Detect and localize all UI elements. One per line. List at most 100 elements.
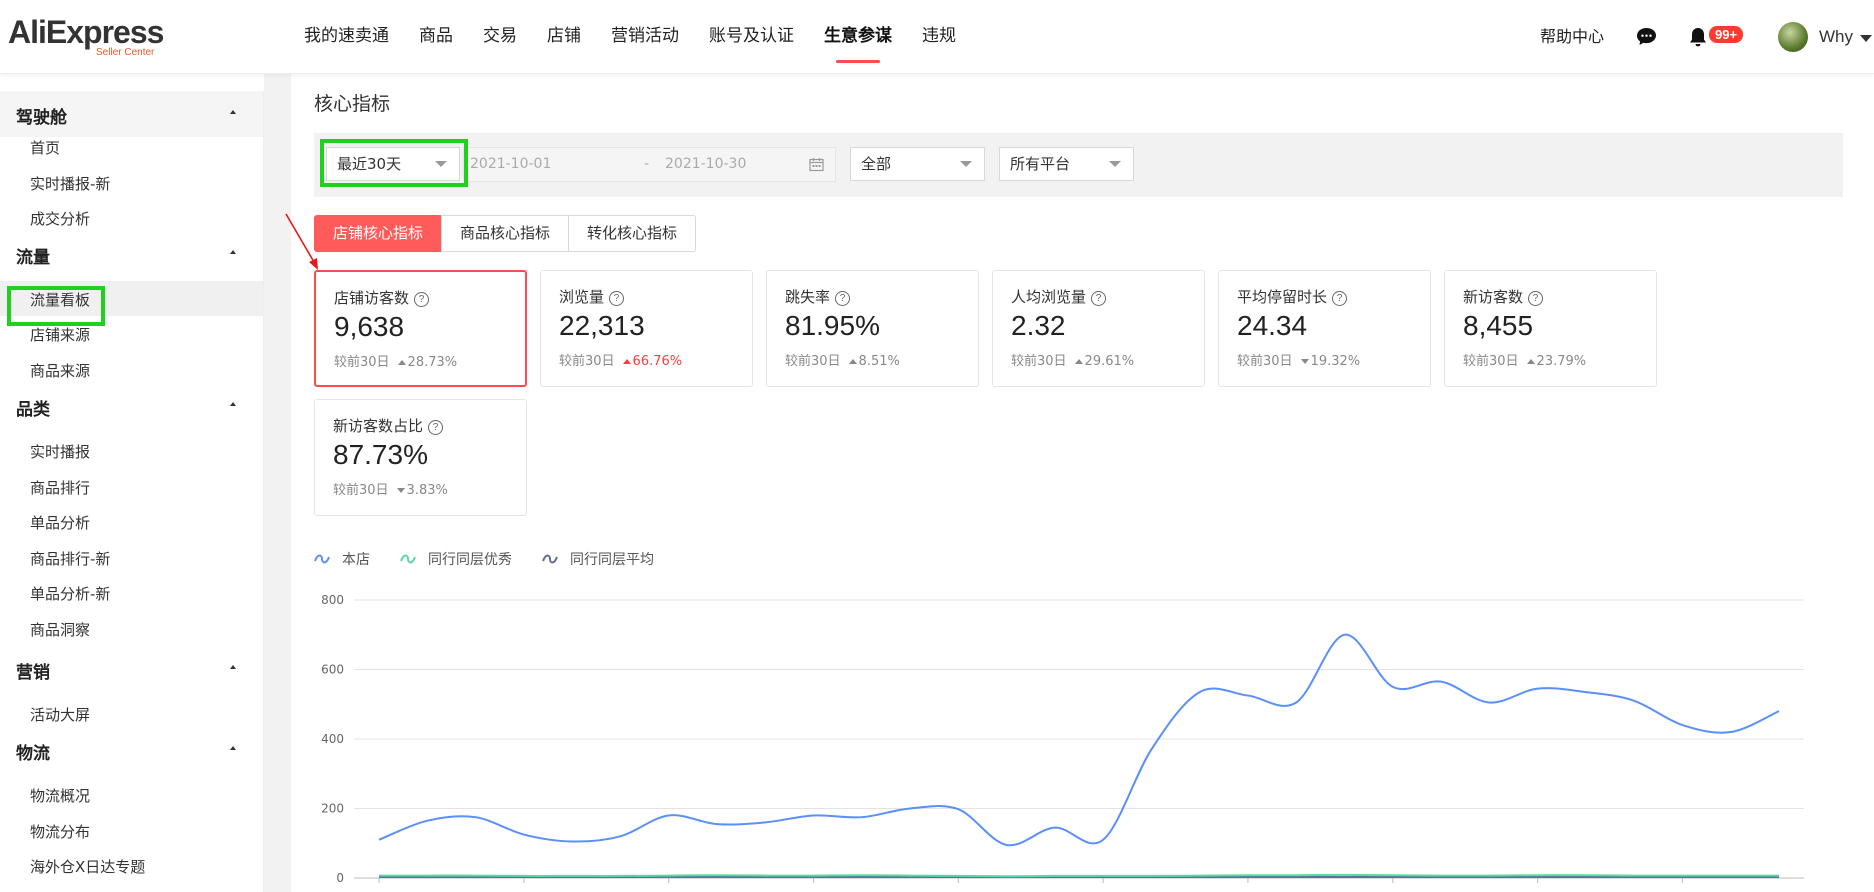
sidebar-item[interactable]: 物流分布 xyxy=(0,813,263,848)
chat-bubble-icon[interactable] xyxy=(1636,27,1657,46)
nav-item[interactable]: 商品 xyxy=(419,0,453,73)
sidebar-item[interactable]: 首页 xyxy=(0,129,263,164)
sidebar-item-label: 商品来源 xyxy=(30,362,91,380)
chevron-down-icon[interactable] xyxy=(1860,35,1872,42)
metric-value: 22,313 xyxy=(559,310,645,341)
avatar[interactable] xyxy=(1778,22,1808,52)
logo-text: AliExpress xyxy=(8,14,164,50)
comparison-label: 较前30日 xyxy=(559,354,615,369)
nav-item[interactable]: 我的速卖通 xyxy=(304,0,389,73)
help-icon[interactable]: ? xyxy=(1528,291,1544,306)
top-header: AliExpress Seller Center 我的速卖通 商品 交易 店铺 营销活动… xyxy=(0,0,1874,74)
metric-comparison: 较前30日 19.32% xyxy=(1237,350,1360,369)
metric-value: 24.34 xyxy=(1237,310,1308,341)
triangle-up-icon xyxy=(622,359,631,364)
help-center-link[interactable]: 帮助中心 xyxy=(1540,0,1604,73)
aliexpress-logo[interactable]: AliExpress Seller Center xyxy=(8,14,164,58)
sidebar-item[interactable]: 成交分析 xyxy=(0,200,263,235)
nav-item[interactable]: 账号及认证 xyxy=(709,0,794,73)
wave-icon xyxy=(542,554,558,564)
sidebar-item[interactable]: 实时播报 xyxy=(0,433,263,468)
metric-comparison: 较前30日 23.79% xyxy=(1463,350,1586,369)
sidebar-item[interactable]: 商品洞察 xyxy=(0,611,263,646)
sidebar-item[interactable]: 商品排行-新 xyxy=(0,540,263,575)
help-icon[interactable]: ? xyxy=(609,291,625,306)
help-icon[interactable]: ? xyxy=(414,292,430,307)
metric-delta: 19.32% xyxy=(1300,354,1360,369)
comparison-label: 较前30日 xyxy=(1237,354,1293,369)
metric-value: 81.95% xyxy=(785,310,880,341)
platform-select[interactable]: 所有平台 xyxy=(999,147,1134,181)
sidebar-item[interactable]: 海外仓X日达专题 xyxy=(0,848,263,883)
collapse-icon[interactable] xyxy=(221,241,245,265)
metric-title: 平均停留时长? xyxy=(1237,286,1348,307)
wave-icon xyxy=(400,554,416,564)
legend-item[interactable]: 同行同层平均 xyxy=(542,549,654,569)
metric-tab[interactable]: 店铺核心指标 xyxy=(314,215,443,252)
scope-select[interactable]: 全部 xyxy=(850,147,985,181)
metric-title-text: 店铺访客数 xyxy=(334,289,410,307)
metric-title: 跳失率? xyxy=(785,286,851,307)
metric-card[interactable]: 新访客数? 8,455 较前30日 23.79% xyxy=(1444,270,1657,387)
legend-item[interactable]: 本店 xyxy=(314,549,370,569)
metric-delta: 8.51% xyxy=(848,354,900,369)
sidebar-item[interactable]: 单品分析 xyxy=(0,504,263,539)
nav-item[interactable]: 交易 xyxy=(483,0,517,73)
triangle-up-icon xyxy=(397,360,406,365)
comparison-label: 较前30日 xyxy=(785,354,841,369)
metric-tab[interactable]: 商品核心指标 xyxy=(441,215,570,252)
help-icon[interactable]: ? xyxy=(835,291,851,306)
series-line[interactable] xyxy=(378,633,1780,847)
triangle-up-icon xyxy=(1526,359,1535,364)
date-end: 2021-10-30 xyxy=(665,156,747,172)
metric-title: 人均浏览量? xyxy=(1011,286,1107,307)
metric-card[interactable]: 新访客数占比? 87.73% 较前30日 3.83% xyxy=(314,399,527,516)
sidebar-item[interactable]: 商品来源 xyxy=(0,352,263,387)
metric-delta: 29.61% xyxy=(1074,354,1134,369)
collapse-icon[interactable] xyxy=(221,393,245,417)
metric-card[interactable]: 浏览量? 22,313 较前30日 66.76% xyxy=(540,270,753,387)
sidebar-item[interactable]: 活动大屏 xyxy=(0,696,263,731)
sidebar-item-label: 首页 xyxy=(30,139,61,157)
metric-tab[interactable]: 转化核心指标 xyxy=(568,215,697,252)
nav-item[interactable]: 生意参谋 xyxy=(824,0,892,73)
metric-card[interactable]: 平均停留时长? 24.34 较前30日 19.32% xyxy=(1218,270,1431,387)
nav-item[interactable]: 违规 xyxy=(922,0,956,73)
calendar-icon xyxy=(809,158,824,172)
metric-card[interactable]: 跳失率? 81.95% 较前30日 8.51% xyxy=(766,270,979,387)
sidebar-item-label: 活动大屏 xyxy=(30,706,91,724)
collapse-icon[interactable] xyxy=(221,737,245,761)
sidebar-item[interactable]: 单品分析-新 xyxy=(0,575,263,610)
highlight-box xyxy=(320,139,468,187)
metric-title-text: 跳失率 xyxy=(785,288,831,306)
sidebar-item[interactable]: 物流概况 xyxy=(0,777,263,812)
metric-card[interactable]: 店铺访客数? 9,638 较前30日 28.73% xyxy=(314,270,527,387)
collapse-icon[interactable] xyxy=(221,656,245,680)
date-range-picker[interactable]: 2021-10-01 - 2021-10-30 xyxy=(463,147,836,182)
help-icon[interactable]: ? xyxy=(1091,291,1107,306)
series-line[interactable] xyxy=(378,873,1779,878)
comparison-label: 较前30日 xyxy=(1011,354,1067,369)
sidebar-item[interactable]: 商品排行 xyxy=(0,469,263,504)
username[interactable]: Why xyxy=(1819,0,1853,73)
bell-icon[interactable] xyxy=(1687,26,1709,48)
help-icon[interactable]: ? xyxy=(1332,291,1348,306)
collapse-icon[interactable] xyxy=(221,101,245,125)
metric-delta: 28.73% xyxy=(397,355,457,370)
metric-card[interactable]: 人均浏览量? 2.32 较前30日 29.61% xyxy=(992,270,1205,387)
y-tick-label: 800 xyxy=(321,593,344,607)
sidebar-item-label: 商品排行 xyxy=(30,479,91,497)
metric-delta-value: 8.51% xyxy=(858,354,900,369)
metric-title: 店铺访客数? xyxy=(334,287,430,308)
nav-item[interactable]: 营销活动 xyxy=(611,0,679,73)
help-icon[interactable]: ? xyxy=(428,420,444,435)
nav-item[interactable]: 店铺 xyxy=(547,0,581,73)
metric-value: 8,455 xyxy=(1463,310,1534,341)
section-title: 核心指标 xyxy=(314,93,391,115)
metric-comparison: 较前30日 29.61% xyxy=(1011,350,1134,369)
sidebar-item-label: 海外仓X日达专题 xyxy=(30,858,146,876)
triangle-down-icon xyxy=(396,488,405,493)
metric-title: 浏览量? xyxy=(559,286,625,307)
legend-item[interactable]: 同行同层优秀 xyxy=(400,549,512,569)
sidebar-item[interactable]: 实时播报-新 xyxy=(0,165,263,200)
